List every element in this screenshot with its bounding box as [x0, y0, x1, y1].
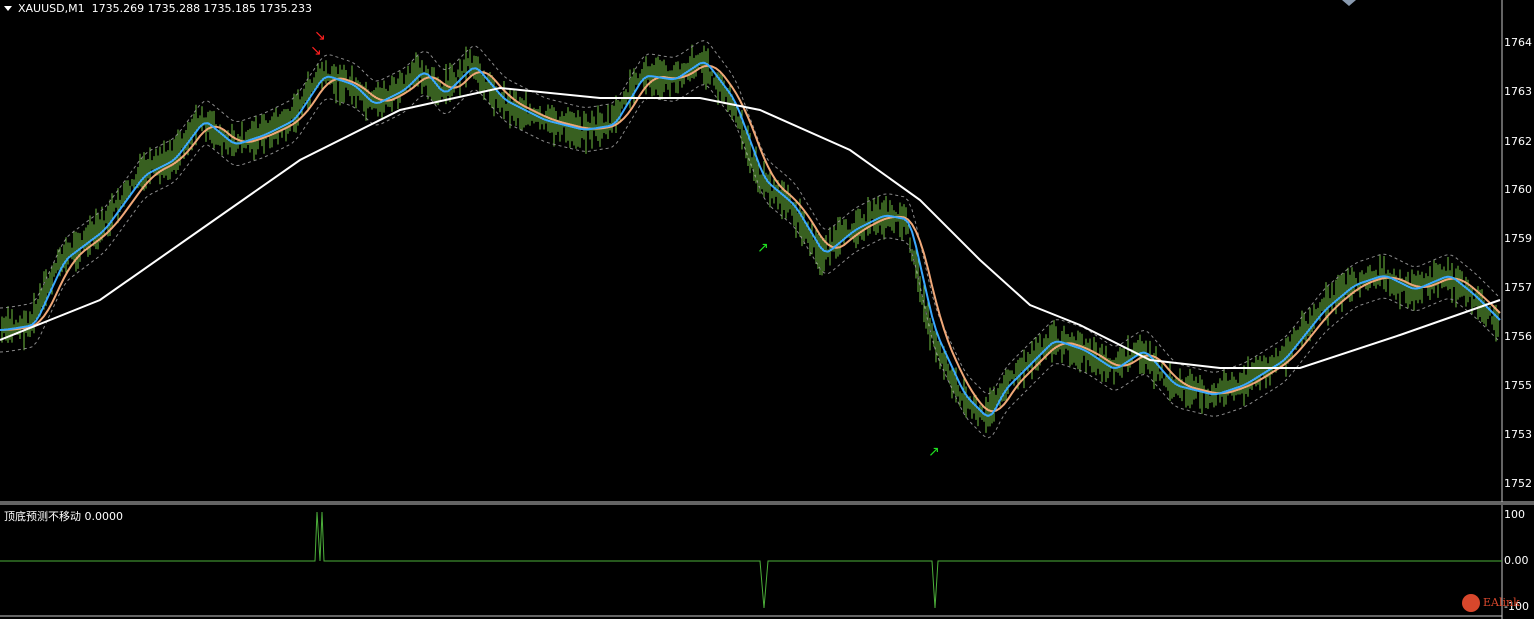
- price-axis-label: 1763: [1504, 85, 1532, 98]
- price-axis-label: 1755: [1504, 379, 1532, 392]
- price-axis-label: 1762: [1504, 135, 1532, 148]
- indicator-line: [0, 511, 1502, 609]
- price-axis-label: 1752: [1504, 477, 1532, 490]
- indicator-axis-label: 0.00: [1504, 554, 1529, 567]
- symbol-header: XAUUSD,M1 1735.269 1735.288 1735.185 173…: [18, 2, 313, 15]
- price-axis-label: 1757: [1504, 281, 1532, 294]
- watermark-logo: EAlink: [1462, 594, 1532, 616]
- watermark-text: EAlink: [1483, 596, 1520, 609]
- price-axis-label: 1756: [1504, 330, 1532, 343]
- logo-icon: [1462, 594, 1480, 612]
- price-axis-label: 1753: [1504, 428, 1532, 441]
- indicator-axis-label: 100: [1504, 508, 1525, 521]
- chart-window[interactable]: ↘ ↘ ↗ ↗ XAUUSD,M1 1735.269 1735.288 1735.18…: [0, 0, 1534, 619]
- price-axis-label: 1759: [1504, 232, 1532, 245]
- indicator-header: 顶底预测不移动 0.0000: [4, 510, 123, 523]
- indicator-panel[interactable]: [0, 0, 1534, 619]
- price-axis-label: 1764: [1504, 36, 1532, 49]
- price-axis-label: 1760: [1504, 183, 1532, 196]
